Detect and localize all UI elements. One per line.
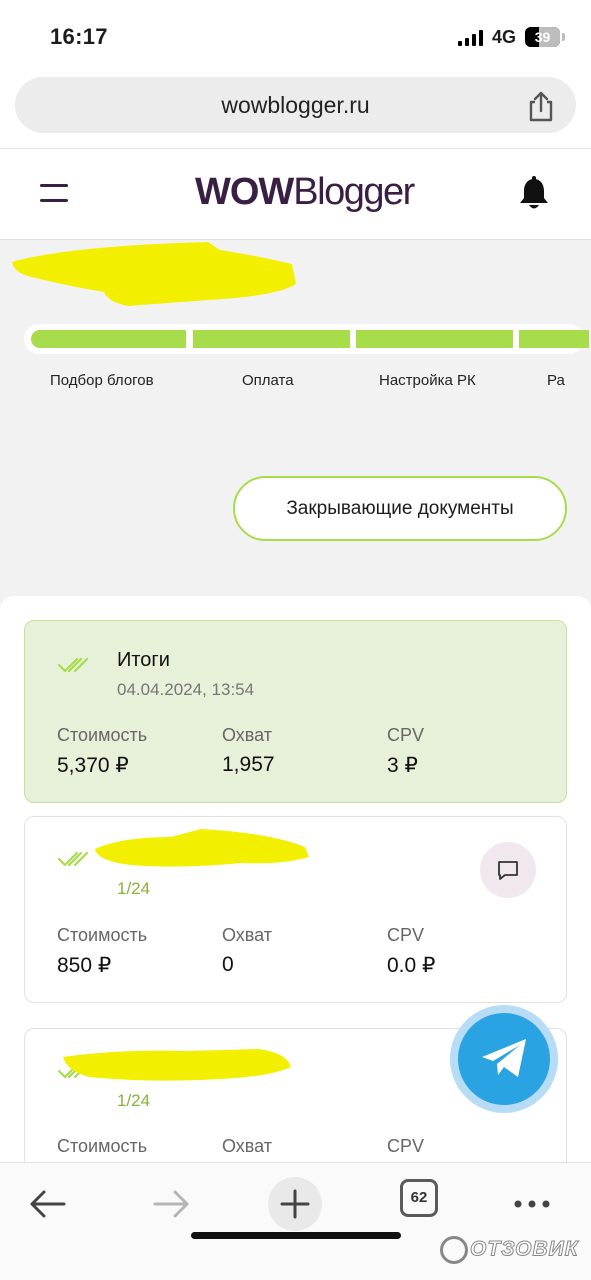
- metric-label-cpv: CPV: [387, 925, 425, 945]
- wowblogger-logo[interactable]: WOWBlogger: [195, 171, 415, 214]
- more-dots-icon[interactable]: [505, 1177, 559, 1231]
- redacted-blogger-name: [63, 1049, 291, 1081]
- metric-label-cpv: CPV: [387, 1136, 425, 1156]
- share-icon[interactable]: [526, 90, 556, 122]
- steps-progress-bar: [24, 324, 589, 354]
- metric-value-cpv: 0.0 ₽: [387, 954, 436, 977]
- otzovik-watermark: ОТЗОВИК: [440, 1236, 579, 1270]
- telegram-button-inner: [458, 1013, 550, 1105]
- metric-value-reach: 0: [222, 953, 234, 976]
- battery-level: 39: [534, 29, 551, 45]
- step-bar-2: [193, 330, 350, 348]
- double-check-icon: [57, 657, 89, 673]
- chat-icon: [498, 861, 518, 880]
- step-label-2: Оплата: [242, 372, 294, 389]
- metric-value-cost: 5,370 ₽: [57, 754, 129, 777]
- logo-wow: WOW: [195, 171, 294, 213]
- metric-label-cost: Стоимость: [57, 925, 148, 945]
- telegram-button[interactable]: [450, 1005, 558, 1113]
- bell-icon[interactable]: [517, 176, 551, 212]
- placement-counter: 1/24: [117, 879, 151, 898]
- watermark-text: ОТЗОВИК: [470, 1237, 579, 1261]
- closing-documents-button[interactable]: Закрывающие документы: [233, 476, 567, 541]
- redacted-campaign-title: [12, 242, 296, 306]
- step-label-1: Подбор блогов: [50, 372, 154, 389]
- battery-tip: [562, 33, 565, 41]
- summary-date: 04.04.2024, 13:54: [117, 680, 255, 699]
- step-label-3: Настройка РК: [379, 372, 476, 389]
- url-text[interactable]: wowblogger.ru: [15, 92, 576, 119]
- tabs-button[interactable]: 62: [400, 1179, 438, 1217]
- battery-icon: 39: [525, 27, 560, 47]
- status-bar: 16:17 4G 39: [0, 0, 591, 72]
- arrow-left-icon[interactable]: [20, 1177, 74, 1231]
- double-check-icon: [57, 851, 89, 867]
- home-indicator[interactable]: [191, 1232, 401, 1239]
- address-bar[interactable]: wowblogger.ru: [15, 77, 576, 133]
- chat-button[interactable]: [480, 842, 536, 898]
- placement-counter: 1/24: [117, 1091, 151, 1110]
- status-time: 16:17: [50, 24, 108, 49]
- step-label-4: Ра: [547, 372, 565, 389]
- metric-label-cpv: CPV: [387, 725, 425, 745]
- metric-label-cost: Стоимость: [57, 1136, 148, 1156]
- step-bar-4: [519, 330, 589, 348]
- metric-label-reach: Охват: [222, 725, 273, 745]
- campaign-progress: Подбор блогов Оплата Настройка РК Ра Зак…: [0, 240, 591, 596]
- redacted-blogger-name: [95, 829, 309, 867]
- metric-label-reach: Охват: [222, 1136, 273, 1156]
- summary-card: Итоги 04.04.2024, 13:54 Стоимость 5,370 …: [24, 620, 567, 803]
- metric-label-reach: Охват: [222, 925, 273, 945]
- signal-icon: [458, 30, 484, 46]
- metric-value-cost: 850 ₽: [57, 954, 112, 977]
- network-type: 4G: [492, 27, 517, 47]
- metric-value-cpv: 3 ₽: [387, 754, 418, 777]
- logo-blogger: Blogger: [293, 171, 415, 213]
- telegram-icon: [482, 1039, 526, 1077]
- arrow-right-icon[interactable]: [145, 1177, 199, 1231]
- step-bar-3: [356, 330, 513, 348]
- summary-title: Итоги: [117, 649, 170, 671]
- menu-icon[interactable]: [40, 182, 70, 204]
- metric-value-reach: 1,957: [222, 753, 275, 776]
- browser-address-area: wowblogger.ru: [0, 72, 591, 148]
- plus-icon[interactable]: [268, 1177, 322, 1231]
- step-bar-1: [31, 330, 186, 348]
- site-header: WOWBlogger: [0, 148, 591, 240]
- placement-card[interactable]: 1/24 Стоимость 850 ₽ Охват 0 CPV 0.0 ₽: [24, 816, 567, 1003]
- metric-label-cost: Стоимость: [57, 725, 148, 745]
